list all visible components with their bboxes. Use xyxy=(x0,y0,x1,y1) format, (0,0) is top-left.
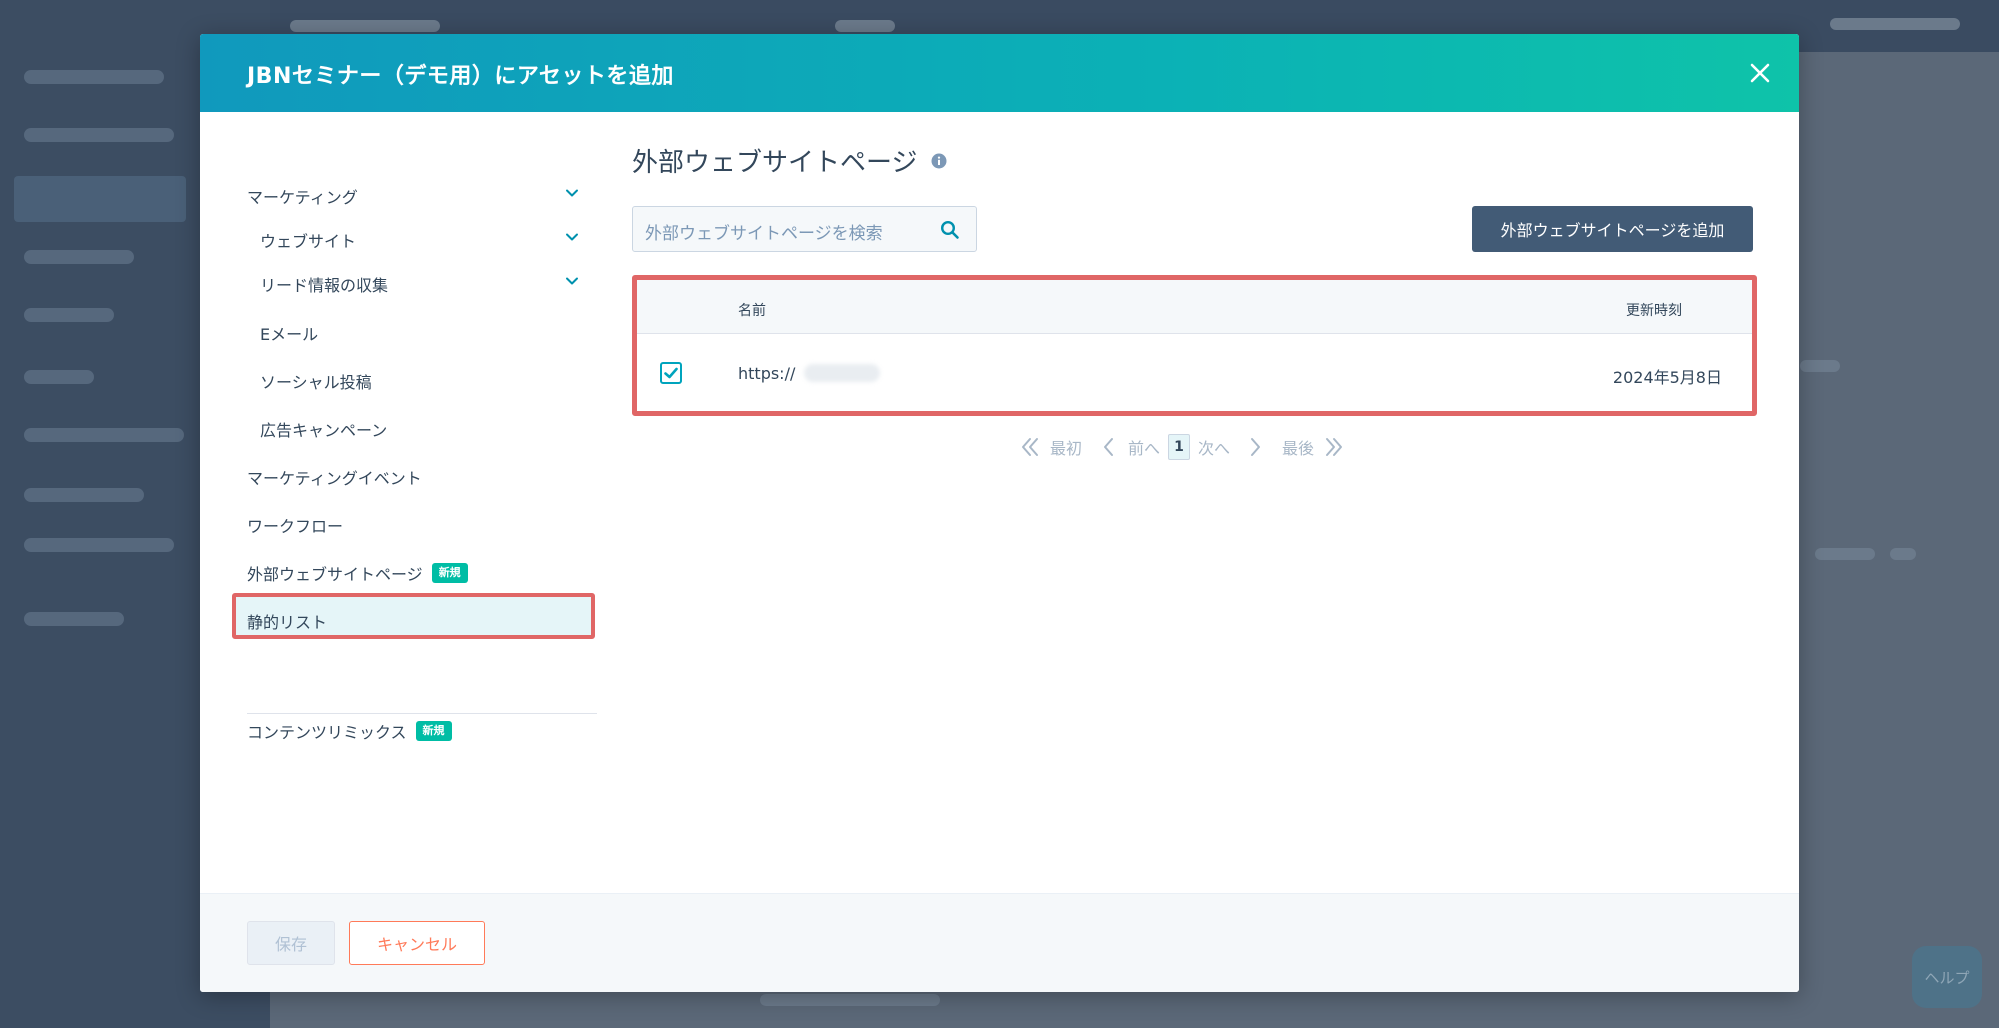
nav-item-content-remix[interactable]: コンテンツリミックス 新規 xyxy=(247,719,452,743)
background-nav-row xyxy=(24,128,174,142)
current-page[interactable]: 1 xyxy=(1168,434,1191,460)
chevron-left-icon xyxy=(1104,438,1114,456)
column-header-updated[interactable]: 更新時刻 xyxy=(1626,300,1682,320)
background-text xyxy=(1815,548,1875,560)
nav-item-ad-campaigns[interactable]: 広告キャンペーン xyxy=(260,417,387,441)
background-nav-row xyxy=(24,308,114,322)
nav-item-label: ウェブサイト xyxy=(260,232,357,251)
double-chevron-right-icon xyxy=(1326,438,1343,456)
add-external-page-button[interactable]: 外部ウェブサイトページを追加 xyxy=(1472,206,1753,252)
search-placeholder: 外部ウェブサイトページを検索 xyxy=(645,224,883,244)
nav-item-marketing[interactable]: マーケティング xyxy=(247,184,358,208)
nav-item-label: リード情報の収集 xyxy=(260,276,389,295)
first-label: 最初 xyxy=(1050,439,1083,458)
nav-item-label: Eメール xyxy=(260,325,319,344)
background-text xyxy=(1890,548,1916,560)
table-header: 名前 更新時刻 xyxy=(637,280,1752,334)
first-page-button[interactable]: 最初 xyxy=(1018,435,1082,459)
modal-header: JBNセミナー（デモ用）にアセットを追加 xyxy=(200,34,1799,112)
next-label: 次へ xyxy=(1198,439,1231,458)
column-header-name[interactable]: 名前 xyxy=(738,300,766,320)
save-button[interactable]: 保存 xyxy=(247,921,335,965)
nav-item-lead-capture[interactable]: リード情報の収集 xyxy=(260,272,388,296)
search-icon[interactable] xyxy=(940,220,960,240)
page-updated-date: 2024年5月8日 xyxy=(1612,368,1722,387)
modal-footer: 保存 キャンセル xyxy=(200,893,1799,992)
background-text xyxy=(290,20,440,32)
modal-title: JBNセミナー（デモ用）にアセットを追加 xyxy=(247,64,674,89)
row-checkbox[interactable] xyxy=(660,362,682,384)
pages-table: 名前 更新時刻 https:// 2024年5月8日 xyxy=(632,275,1757,416)
close-icon[interactable] xyxy=(1743,56,1777,90)
nav-item-label: ワークフロー xyxy=(247,517,344,536)
background-text xyxy=(1800,360,1840,372)
last-page-button[interactable]: 最後 xyxy=(1282,435,1346,459)
background-text xyxy=(835,20,895,32)
pagination: 最初 前へ 1 次へ 最後 xyxy=(1018,430,1346,464)
chevron-down-icon[interactable] xyxy=(564,273,580,289)
next-page-button[interactable]: 次へ xyxy=(1198,435,1264,459)
chevron-right-icon xyxy=(1251,438,1261,456)
background-nav-active xyxy=(14,176,186,222)
table-row[interactable]: https:// 2024年5月8日 xyxy=(637,334,1752,411)
cancel-button[interactable]: キャンセル xyxy=(349,921,485,965)
nav-item-static-lists[interactable]: 静的リスト xyxy=(247,609,327,633)
background-nav-row xyxy=(24,370,94,384)
nav-item-label: 静的リスト xyxy=(247,613,328,632)
nav-divider xyxy=(247,713,597,714)
background-nav-row xyxy=(24,488,144,502)
nav-item-label: マーケティング xyxy=(247,188,358,207)
nav-item-marketing-events[interactable]: マーケティングイベント xyxy=(247,465,422,489)
nav-item-label: ソーシャル投稿 xyxy=(260,373,372,392)
background-nav-row xyxy=(24,70,164,84)
checkmark-icon xyxy=(664,367,678,379)
new-badge: 新規 xyxy=(431,563,468,583)
nav-item-website[interactable]: ウェブサイト xyxy=(260,228,356,252)
background-nav-row xyxy=(24,538,174,552)
search-input[interactable]: 外部ウェブサイトページを検索 xyxy=(632,206,977,252)
redacted-url xyxy=(804,364,880,382)
last-label: 最後 xyxy=(1282,439,1315,458)
chevron-down-icon[interactable] xyxy=(564,229,580,245)
page-url[interactable]: https:// xyxy=(738,364,795,383)
double-chevron-left-icon xyxy=(1022,438,1038,456)
prev-page-button[interactable]: 前へ xyxy=(1100,435,1160,459)
nav-item-social-posts[interactable]: ソーシャル投稿 xyxy=(260,369,372,393)
prev-label: 前へ xyxy=(1128,439,1161,458)
background-text xyxy=(760,994,940,1006)
background-nav-row xyxy=(24,428,184,442)
background-text xyxy=(1830,18,1960,30)
nav-item-label: 広告キャンペーン xyxy=(260,421,388,440)
add-asset-modal: JBNセミナー（デモ用）にアセットを追加 マーケティング ウェブサイト リード情… xyxy=(200,34,1799,992)
panel-title: 外部ウェブサイトページ xyxy=(632,142,947,179)
nav-item-label: コンテンツリミックス xyxy=(247,723,407,742)
chevron-down-icon[interactable] xyxy=(564,185,580,201)
nav-item-workflows[interactable]: ワークフロー xyxy=(247,513,343,537)
background-nav-row xyxy=(24,250,134,264)
info-icon[interactable] xyxy=(931,153,947,169)
background-nav-row xyxy=(24,612,124,626)
nav-item-label: 外部ウェブサイトページ xyxy=(247,565,423,584)
help-button[interactable]: ヘルプ xyxy=(1912,946,1982,1008)
new-badge: 新規 xyxy=(415,721,452,741)
nav-item-email[interactable]: Eメール xyxy=(260,321,318,345)
panel-title-text: 外部ウェブサイトページ xyxy=(632,148,918,178)
nav-item-external-pages[interactable]: 外部ウェブサイトページ 新規 xyxy=(247,561,468,585)
nav-item-label: マーケティングイベント xyxy=(247,469,422,488)
